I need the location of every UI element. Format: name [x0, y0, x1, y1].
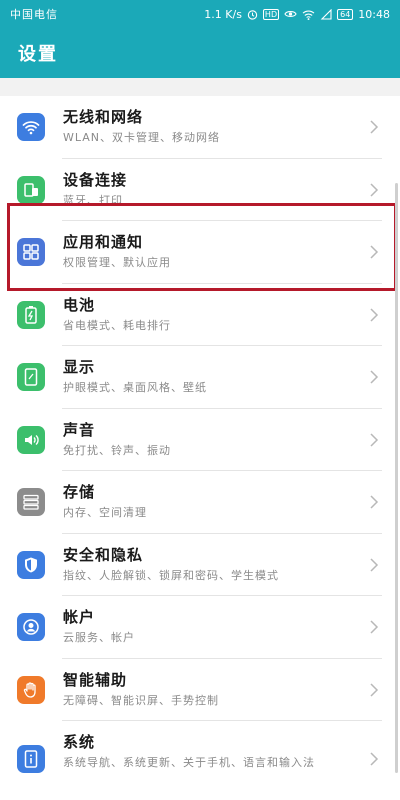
apps-icon [17, 238, 45, 267]
setting-title: 智能辅助 [63, 670, 128, 689]
chevron-right-icon [370, 558, 379, 572]
display-icon [17, 363, 45, 392]
chevron-right-icon [370, 495, 379, 509]
chevron-right-icon [370, 245, 379, 259]
chevron-right-icon [370, 620, 379, 634]
shield-icon [17, 550, 45, 579]
setting-storage[interactable]: 存储 内存、空间清理 [0, 471, 400, 534]
setting-title: 无线和网络 [63, 108, 144, 126]
setting-subtitle: 免打扰、铃声、振动 [63, 443, 171, 457]
carrier-label: 中国电信 [10, 8, 58, 21]
setting-title: 安全和隐私 [63, 545, 144, 564]
setting-title: 帐户 [63, 608, 96, 626]
setting-subtitle: 无障碍、智能识屏、手势控制 [63, 693, 219, 707]
setting-device-connection[interactable]: 设备连接 蓝牙、打印 [0, 159, 400, 221]
setting-subtitle: 内存、空间清理 [63, 506, 147, 519]
setting-account[interactable]: 帐户 云服务、帐户 [0, 596, 400, 659]
setting-title: 显示 [63, 358, 96, 376]
hd-badge: HD [262, 8, 280, 20]
settings-list: 无线和网络 WLAN、双卡管理、移动网络 设备连接 蓝牙、打印 应用和通知 权限… [0, 96, 400, 800]
setting-subtitle: 云服务、帐户 [63, 631, 135, 644]
chevron-right-icon [370, 120, 379, 134]
setting-battery[interactable]: 电池 省电模式、耗电排行 [0, 284, 400, 346]
chevron-right-icon [370, 370, 379, 384]
setting-title: 电池 [63, 295, 96, 314]
setting-title: 设备连接 [63, 170, 128, 189]
setting-title: 存储 [63, 483, 96, 501]
alarm-icon [247, 9, 258, 20]
chevron-right-icon [370, 308, 379, 322]
setting-title: 声音 [63, 420, 96, 439]
setting-subtitle: 蓝牙、打印 [63, 193, 123, 207]
battery-icon [17, 300, 45, 329]
eye-icon [284, 9, 297, 19]
system-icon [17, 745, 45, 773]
network-speed: 1.1 K/s [204, 7, 242, 21]
setting-wireless-network[interactable]: 无线和网络 WLAN、双卡管理、移动网络 [0, 96, 400, 159]
setting-subtitle: WLAN、双卡管理、移动网络 [63, 131, 221, 144]
setting-security-privacy[interactable]: 安全和隐私 指纹、人脸解锁、锁屏和密码、学生模式 [0, 534, 400, 596]
setting-sound[interactable]: 声音 免打扰、铃声、振动 [0, 409, 400, 471]
setting-title: 应用和通知 [63, 233, 144, 251]
device-connect-icon [17, 175, 45, 204]
setting-apps-notifications[interactable]: 应用和通知 权限管理、默认应用 [0, 221, 400, 284]
setting-subtitle: 系统导航、系统更新、关于手机、语言和输入法 [63, 756, 315, 769]
clock: 10:48 [358, 7, 390, 21]
chevron-right-icon [370, 752, 379, 766]
hand-icon [17, 675, 45, 704]
setting-subtitle: 省电模式、耗电排行 [63, 318, 171, 332]
chevron-right-icon [370, 183, 379, 197]
app-bar: 设置 [0, 28, 400, 78]
signal-icon [320, 8, 332, 20]
wifi-icon [17, 113, 45, 142]
setting-display[interactable]: 显示 护眼模式、桌面风格、壁纸 [0, 346, 400, 409]
setting-smart-assistance[interactable]: 智能辅助 无障碍、智能识屏、手势控制 [0, 659, 400, 721]
wifi-status-icon [302, 9, 315, 20]
status-bar: 中国电信 1.1 K/s HD 64 10:48 [0, 0, 400, 28]
page-title: 设置 [18, 44, 58, 65]
setting-subtitle: 指纹、人脸解锁、锁屏和密码、学生模式 [63, 568, 279, 582]
chevron-right-icon [370, 683, 379, 697]
chevron-right-icon [370, 433, 379, 447]
storage-icon [17, 488, 45, 517]
scrollbar[interactable] [395, 183, 398, 773]
setting-title: 系统 [63, 733, 96, 751]
setting-subtitle: 护眼模式、桌面风格、壁纸 [63, 381, 207, 394]
account-icon [17, 613, 45, 642]
battery-status: 64 [337, 8, 354, 20]
setting-subtitle: 权限管理、默认应用 [63, 256, 171, 269]
setting-system[interactable]: 系统 系统导航、系统更新、关于手机、语言和输入法 [0, 721, 400, 797]
sound-icon [17, 425, 45, 454]
